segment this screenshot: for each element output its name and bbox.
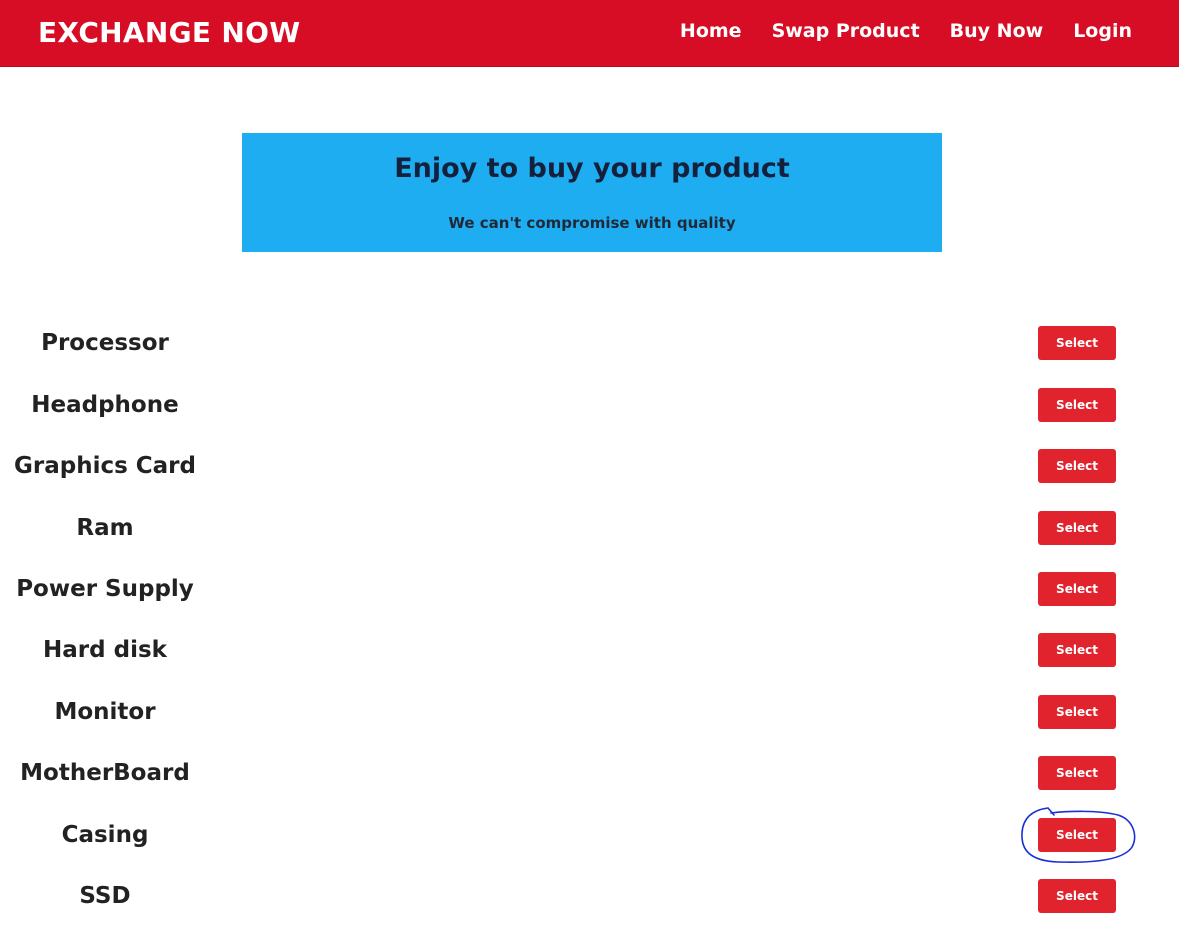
product-row-ram: Ram Select <box>0 509 1179 549</box>
product-name: SSD <box>79 883 131 909</box>
product-row-monitor: Monitor Select <box>0 693 1179 733</box>
product-name: Casing <box>61 822 149 848</box>
select-button-ram[interactable]: Select <box>1038 511 1116 545</box>
product-name: Graphics Card <box>13 453 196 479</box>
product-name: Hard disk <box>43 637 167 663</box>
product-row-headphone: Headphone Select <box>0 386 1179 426</box>
product-row-processor: Processor Select <box>0 324 1179 364</box>
product-row-hard-disk: Hard disk Select <box>0 631 1179 671</box>
product-name: Power Supply <box>16 576 194 602</box>
product-row-power-supply: Power Supply Select <box>0 570 1179 610</box>
product-row-graphics-card: Graphics Card Select <box>0 447 1179 487</box>
product-name: Ram <box>76 515 134 541</box>
select-button-monitor[interactable]: Select <box>1038 695 1116 729</box>
select-button-headphone[interactable]: Select <box>1038 388 1116 422</box>
select-button-graphics-card[interactable]: Select <box>1038 449 1116 483</box>
select-button-power-supply[interactable]: Select <box>1038 572 1116 606</box>
select-button-ssd[interactable]: Select <box>1038 879 1116 913</box>
product-name: Monitor <box>54 699 156 725</box>
product-row-ssd: SSD Select <box>0 877 1179 917</box>
select-button-processor[interactable]: Select <box>1038 326 1116 360</box>
select-button-casing[interactable]: Select <box>1038 818 1116 852</box>
product-name: Headphone <box>31 392 179 418</box>
product-name: Processor <box>41 330 169 356</box>
select-button-motherboard[interactable]: Select <box>1038 756 1116 790</box>
product-name: MotherBoard <box>20 760 190 786</box>
product-row-casing: Casing Select <box>0 816 1179 856</box>
product-row-motherboard: MotherBoard Select <box>0 754 1179 794</box>
select-button-hard-disk[interactable]: Select <box>1038 633 1116 667</box>
product-list: Processor Select Headphone Select Graphi… <box>0 0 1179 935</box>
